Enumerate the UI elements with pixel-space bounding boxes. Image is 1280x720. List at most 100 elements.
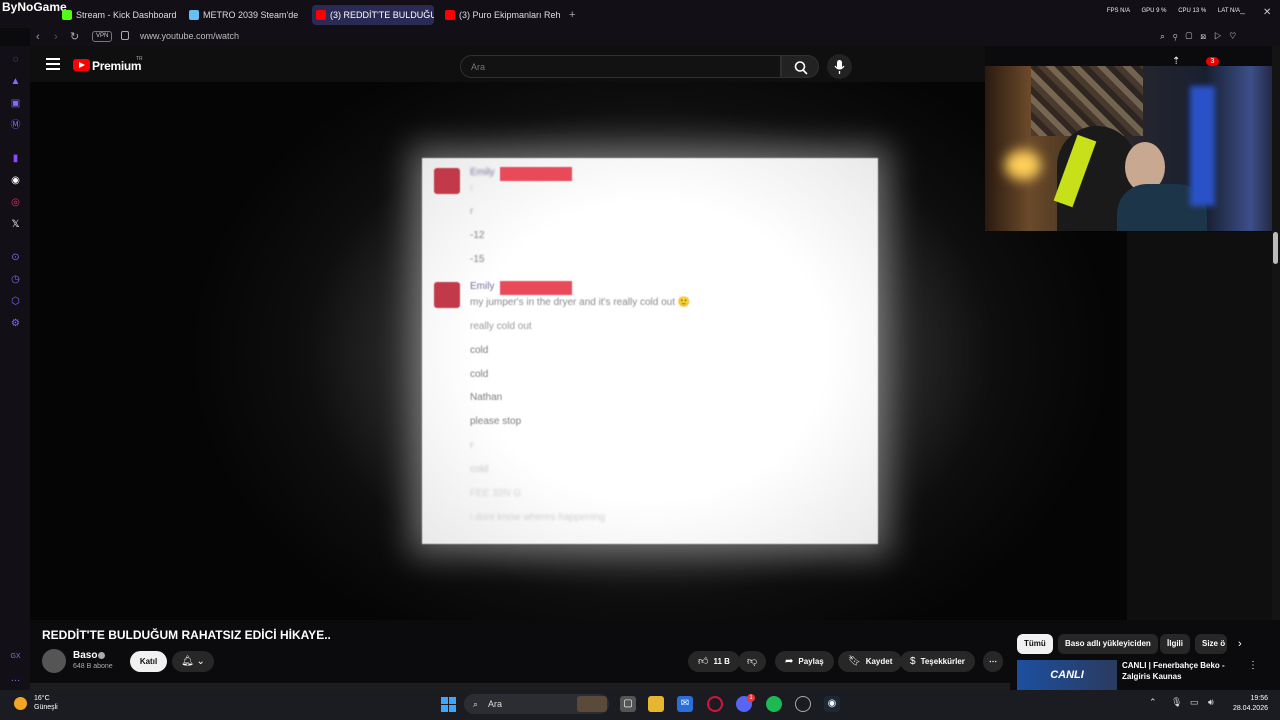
volume-icon[interactable]: 🔊︎ bbox=[1208, 697, 1214, 708]
tab-youtube-2[interactable]: (3) Puro Ekipmanları Rehbe bbox=[441, 5, 561, 25]
url-field[interactable]: www.youtube.com/watch bbox=[140, 31, 239, 41]
close-icon[interactable]: ✕ bbox=[1263, 7, 1271, 18]
sidebar-clock-icon[interactable]: ◷ bbox=[9, 273, 22, 286]
sidebar-m-icon[interactable]: Ⓜ bbox=[9, 119, 22, 132]
region-label: TR bbox=[136, 56, 143, 62]
search-icon: ⌕ bbox=[473, 699, 479, 709]
chip-all[interactable]: Tümü bbox=[1017, 634, 1053, 654]
chat-line: FEE 32N G bbox=[470, 488, 522, 499]
chevron-down-icon: ⌄ bbox=[196, 656, 205, 667]
instagram-icon[interactable]: ◎ bbox=[9, 196, 22, 209]
app-icon[interactable] bbox=[795, 696, 811, 712]
sidebar-game-icon[interactable]: ▣ bbox=[9, 97, 22, 110]
forward-icon[interactable]: › bbox=[54, 31, 58, 43]
tray-chevron-icon[interactable]: ⌃ bbox=[1149, 697, 1157, 708]
recommendation-more-icon[interactable]: ⋮ bbox=[1248, 660, 1258, 671]
subscription-bell-button[interactable]: 🔔︎ ⌄ bbox=[172, 651, 214, 672]
share-icon: ➦ bbox=[785, 656, 794, 667]
sidebar-gx-icon[interactable]: GX bbox=[9, 650, 22, 663]
chat-line: r bbox=[470, 206, 474, 217]
spotify-icon[interactable] bbox=[766, 696, 782, 712]
like-button[interactable]: 👍︎ 11 B bbox=[688, 651, 740, 672]
reload-icon[interactable]: ↻ bbox=[70, 30, 79, 43]
hardware-stats: FPS N/A GPU 9 % CPU 13 % LAT N/A bbox=[1106, 8, 1240, 14]
search-input[interactable] bbox=[460, 55, 781, 78]
sidebar-cube-icon[interactable]: ⬡ bbox=[9, 295, 22, 308]
scrollbar[interactable] bbox=[1272, 46, 1280, 620]
browser-sidebar bbox=[0, 46, 30, 690]
discord-badge: 1 bbox=[747, 694, 755, 702]
avatar[interactable] bbox=[42, 649, 66, 673]
weather-sun-icon[interactable] bbox=[14, 697, 27, 710]
x-icon[interactable]: 𝕏 bbox=[9, 218, 22, 231]
vpn-badge[interactable]: VPN bbox=[92, 31, 113, 42]
verified-icon bbox=[98, 652, 105, 659]
recommendation-title[interactable]: CANLI | Fenerbahçe Beko - Zalgiris Kauna… bbox=[1122, 660, 1240, 682]
mail-icon[interactable]: ✉ bbox=[677, 696, 693, 712]
chat-line: i dont know wheres happening bbox=[470, 512, 606, 523]
steam-taskbar-icon[interactable]: ◉ bbox=[824, 696, 840, 712]
task-view-icon[interactable]: ▢ bbox=[620, 696, 636, 712]
voice-search-button[interactable] bbox=[827, 54, 852, 79]
share-button[interactable]: ➦ Paylaş bbox=[775, 651, 834, 672]
sidebar-bag-icon[interactable]: ▲ bbox=[9, 75, 22, 88]
scrollbar-thumb[interactable] bbox=[1273, 232, 1278, 264]
webcam-overlay bbox=[985, 66, 1280, 231]
notification-badge[interactable]: 3 bbox=[1206, 57, 1219, 66]
youtube-premium-label[interactable]: Premium bbox=[92, 59, 142, 73]
youtube-icon bbox=[445, 10, 455, 20]
bell-icon: 🔔︎ bbox=[181, 656, 194, 667]
chat-name: Emily bbox=[470, 167, 495, 178]
start-button[interactable] bbox=[441, 697, 456, 712]
youtube-logo-icon[interactable] bbox=[73, 59, 90, 71]
chip-related[interactable]: İlgili bbox=[1160, 634, 1190, 654]
sidebar-more-icon[interactable]: … bbox=[9, 672, 22, 685]
secondary-column bbox=[1127, 232, 1272, 620]
lamp-light bbox=[1005, 150, 1041, 180]
chip-for-you[interactable]: Size ö bbox=[1195, 634, 1227, 654]
system-clock[interactable]: 19:56 28.04.2026 bbox=[1230, 694, 1268, 714]
save-button[interactable]: 🔖︎ Kaydet bbox=[838, 651, 903, 672]
menu-icon[interactable] bbox=[46, 58, 60, 70]
youtube-icon bbox=[316, 10, 326, 20]
recommendation-thumbnail[interactable]: CANLI bbox=[1017, 660, 1117, 690]
microphone-icon[interactable]: 🎙︎ bbox=[1171, 697, 1182, 708]
chat-line: please stop bbox=[470, 416, 522, 427]
sidebar-play-icon[interactable]: ⊙ bbox=[9, 251, 22, 264]
steam-icon bbox=[189, 10, 199, 20]
video-chat-screenshot: Emily r r -12 -15 Emily my jumper's in t… bbox=[422, 158, 878, 544]
bookmark-icon: 🔖︎ bbox=[848, 656, 861, 667]
weather-widget[interactable]: 16°C Güneşli bbox=[34, 694, 58, 712]
display-icon[interactable]: ▭ bbox=[1190, 697, 1199, 708]
twitch-icon[interactable]: ▮ bbox=[9, 152, 22, 165]
blue-light bbox=[1190, 86, 1215, 206]
chat-avatar bbox=[434, 168, 460, 194]
search-icon bbox=[794, 61, 808, 75]
new-tab-button[interactable]: + bbox=[569, 9, 575, 21]
chevron-right-icon[interactable]: › bbox=[1238, 638, 1242, 650]
chat-line: my jumper's in the dryer and it's really… bbox=[470, 297, 691, 308]
browser-brand: ByNoGame bbox=[2, 0, 67, 14]
file-explorer-icon[interactable] bbox=[648, 696, 664, 712]
discord-icon[interactable]: ◉ bbox=[9, 174, 22, 187]
opera-gx-icon[interactable] bbox=[707, 696, 723, 712]
thanks-button[interactable]: $ Teşekkürler bbox=[900, 651, 975, 672]
tab-steam[interactable]: METRO 2039 Steam'de bbox=[185, 5, 307, 25]
tab-youtube-active[interactable]: (3) REDDİT'TE BULDUĞU bbox=[312, 5, 434, 25]
address-toolbar-icons[interactable]: ⌕⚲▢⊠▷♡ bbox=[1160, 31, 1244, 42]
chat-line: cold bbox=[470, 464, 489, 475]
more-actions-button[interactable]: ⋯ bbox=[983, 651, 1003, 672]
back-icon[interactable]: ‹ bbox=[36, 31, 40, 43]
join-button[interactable]: Katıl bbox=[130, 651, 167, 672]
thumbs-up-icon: 👍︎ bbox=[698, 656, 709, 667]
thumbs-down-icon: 👎︎ bbox=[747, 656, 758, 667]
search-button[interactable] bbox=[781, 55, 819, 78]
sidebar-refresh-icon[interactable]: ◌ bbox=[9, 53, 22, 66]
sidebar-settings-icon[interactable]: ⚙ bbox=[9, 317, 22, 330]
tab-kick[interactable]: Stream - Kick Dashboard bbox=[58, 5, 180, 25]
chip-uploader[interactable]: Baso adlı yükleyiciden bbox=[1058, 634, 1158, 654]
minimize-button[interactable]: – bbox=[1240, 8, 1245, 18]
dislike-button[interactable]: 👎︎ bbox=[738, 651, 767, 672]
channel-name[interactable]: Baso bbox=[73, 650, 97, 661]
upload-icon[interactable]: ⇡ bbox=[1172, 56, 1180, 67]
